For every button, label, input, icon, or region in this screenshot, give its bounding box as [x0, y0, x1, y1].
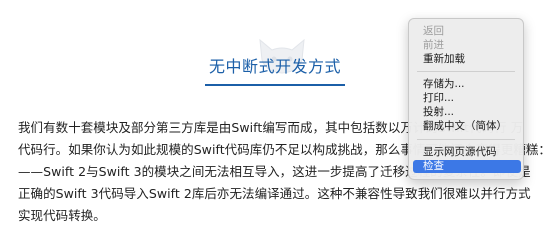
paragraph-line: 实现代码转换。	[18, 208, 106, 223]
menu-item-back: 返回	[423, 25, 444, 37]
menu-item-view-source[interactable]: 显示网页源代码	[413, 146, 521, 159]
menu-separator	[417, 139, 515, 140]
menu-item-save-as[interactable]: 存储为...	[413, 78, 521, 91]
article-title: 无中断式开发方式	[204, 56, 345, 86]
menu-item-cast[interactable]: 投射...	[413, 106, 521, 119]
menu-item-forward: 前进	[423, 39, 444, 51]
paragraph-line: 正确的Swift 3代码导入Swift 2库后亦无法编译通过。这种不兼容性导致我…	[18, 186, 531, 201]
menu-separator	[417, 71, 515, 72]
context-menu: 返回 前进 重新加载 存储为... 打印... 投射... 翻成中文（简体） 显…	[408, 18, 524, 180]
menu-item-inspect[interactable]: 检查	[413, 160, 521, 173]
menu-item-translate[interactable]: 翻成中文（简体）	[413, 120, 521, 133]
menu-item-reload[interactable]: 重新加载	[413, 53, 521, 66]
menu-item-print[interactable]: 打印...	[413, 92, 521, 105]
